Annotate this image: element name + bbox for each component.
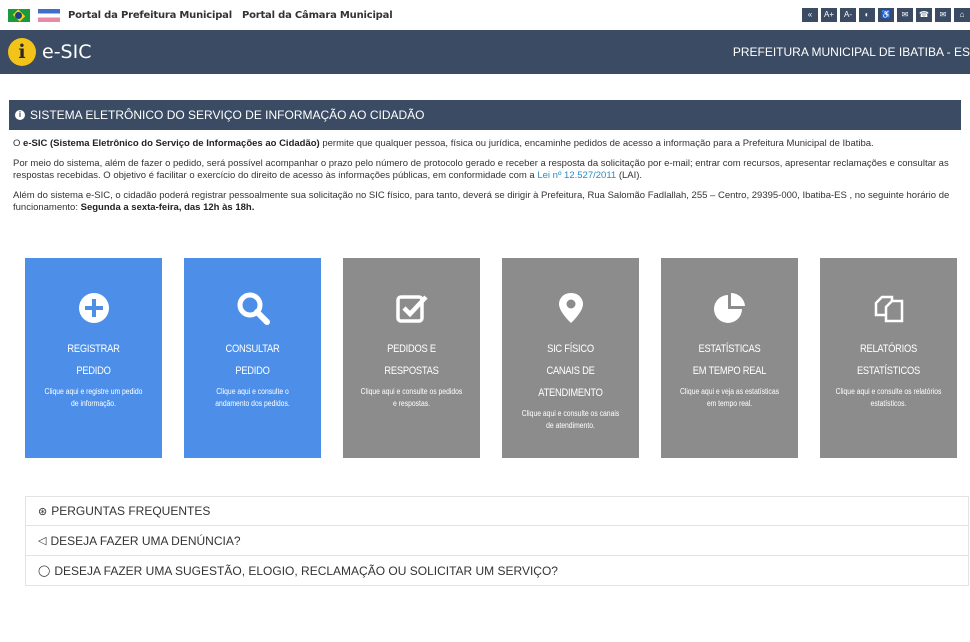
- system-text: Por meio do sistema, além de fazer o ped…: [13, 158, 949, 181]
- question-circle-icon: ⊛: [38, 505, 48, 518]
- app-header: i e-SIC PREFEITURA MUNICIPAL DE IBATIBA …: [0, 30, 970, 74]
- intro-bold: e-SIC (Sistema Eletrônico do Serviço de …: [23, 138, 320, 149]
- comment-icon: ◯: [38, 565, 51, 577]
- faq-label: PERGUNTAS FREQUENTES: [51, 504, 211, 518]
- org-name: PREFEITURA MUNICIPAL DE IBATIBA - ES: [732, 45, 970, 59]
- tile-description: Clique aqui e consulte os pedidos e resp…: [360, 387, 463, 408]
- accessibility-icon[interactable]: ♿: [878, 8, 894, 22]
- tile-title: SIC FÍSICO CANAIS DE ATENDIMENTO: [512, 338, 628, 404]
- info-logo-icon[interactable]: i: [8, 38, 36, 66]
- faq-list: ⊛ PERGUNTAS FREQUENTES ◁ DESEJA FAZER UM…: [25, 496, 969, 586]
- map-marker-icon: [502, 290, 639, 326]
- tile-description: Clique aqui e registre um pedido de info…: [44, 387, 143, 408]
- intro-rest: permite que qualquer pessoa, física ou j…: [319, 138, 874, 149]
- faq-item-sugestao[interactable]: ◯ DESEJA FAZER UMA SUGESTÃO, ELOGIO, REC…: [25, 556, 969, 586]
- tile-title-line: ATENDIMENTO: [538, 387, 603, 399]
- office-hours: Segunda a sexta-feira, das 12h às 18h.: [80, 202, 255, 213]
- tile-title-line: PEDIDOS E: [387, 343, 436, 355]
- envelope-icon[interactable]: ✉: [935, 8, 951, 22]
- tile-description: Clique aqui e consulte os relatórios est…: [835, 387, 942, 408]
- app-name[interactable]: e-SIC: [42, 41, 91, 63]
- contrast-icon[interactable]: ◐: [859, 8, 875, 22]
- plus-circle-icon: [25, 290, 162, 326]
- tile-title-line: CANAIS DE: [546, 365, 595, 377]
- panel-header: i SISTEMA ELETRÔNICO DO SERVIÇO DE INFOR…: [9, 100, 961, 130]
- top-bar: Portal da Prefeitura Municipal Portal da…: [0, 0, 970, 30]
- tile-title-line: EM TEMPO REAL: [692, 365, 767, 377]
- tile-description: Clique aqui e veja as estatísticas em te…: [679, 387, 780, 408]
- panel-title: SISTEMA ELETRÔNICO DO SERVIÇO DE INFORMA…: [30, 108, 425, 122]
- faq-label: DESEJA FAZER UMA SUGESTÃO, ELOGIO, RECLA…: [54, 563, 558, 578]
- faq-item-perguntas[interactable]: ⊛ PERGUNTAS FREQUENTES: [25, 496, 969, 526]
- tile-title-line: PEDIDO: [76, 365, 111, 377]
- tile-title-line: REGISTRAR: [67, 343, 120, 355]
- tile-relatorios[interactable]: RELATÓRIOS ESTATÍSTICOS Clique aqui e con…: [820, 258, 957, 458]
- portal-camara-link[interactable]: Portal da Câmara Municipal: [242, 10, 393, 21]
- font-increase-icon[interactable]: A+: [821, 8, 837, 22]
- tile-title: REGISTRAR PEDIDO: [35, 338, 151, 382]
- tile-title: ESTATÍSTICAS EM TEMPO REAL: [671, 338, 787, 382]
- main-content: i SISTEMA ELETRÔNICO DO SERVIÇO DE INFOR…: [0, 100, 970, 586]
- tile-consultar-pedido[interactable]: CONSULTAR PEDIDO Clique aqui e consulte o…: [184, 258, 321, 458]
- action-tiles: REGISTRAR PEDIDO Clique aqui e registre u…: [9, 258, 961, 458]
- intro-prefix: O: [13, 138, 24, 149]
- back-icon[interactable]: «: [802, 8, 818, 22]
- tile-description: Clique aqui e consulte o andamento dos p…: [215, 387, 290, 408]
- tile-sic-fisico[interactable]: SIC FÍSICO CANAIS DE ATENDIMENTO Clique aq…: [502, 258, 639, 458]
- tile-registrar-pedido[interactable]: REGISTRAR PEDIDO Clique aqui e registre u…: [25, 258, 162, 458]
- tile-description: Clique aqui e consulte os canais de aten…: [521, 409, 620, 430]
- tile-estatisticas[interactable]: ESTATÍSTICAS EM TEMPO REAL Clique aqui e …: [661, 258, 798, 458]
- pie-chart-icon: [661, 290, 798, 326]
- tile-title-line: SIC FÍSICO: [547, 343, 594, 355]
- search-icon: [184, 290, 321, 326]
- checkbox-icon: [343, 290, 480, 326]
- tile-title-line: RELATÓRIOS: [859, 343, 918, 355]
- faq-item-denuncia[interactable]: ◁ DESEJA FAZER UMA DENÚNCIA?: [25, 526, 969, 556]
- info-circle-icon: i: [15, 110, 25, 120]
- tile-title-line: ESTATÍSTICAS: [698, 343, 761, 355]
- tile-pedidos-respostas[interactable]: PEDIDOS E RESPOSTAS Clique aqui e consult…: [343, 258, 480, 458]
- sic-paragraph: Além do sistema e-SIC, o cidadão poderá …: [9, 190, 961, 214]
- tile-title: RELATÓRIOS ESTATÍSTICOS: [830, 338, 946, 382]
- tile-title-line: ESTATÍSTICOS: [856, 365, 921, 377]
- intro-paragraph: O e-SIC (Sistema Eletrônico do Serviço d…: [9, 138, 961, 150]
- portal-prefeitura-link[interactable]: Portal da Prefeitura Municipal: [68, 10, 232, 21]
- tile-title: PEDIDOS E RESPOSTAS: [353, 338, 469, 382]
- copy-icon: [820, 290, 957, 326]
- tile-title: CONSULTAR PEDIDO: [194, 338, 310, 382]
- tile-title-line: PEDIDO: [235, 365, 270, 377]
- brazil-flag-icon: [8, 8, 30, 22]
- tile-title-line: CONSULTAR: [225, 343, 280, 355]
- faq-label: DESEJA FAZER UMA DENÚNCIA?: [50, 533, 241, 548]
- lai-law-link[interactable]: Lei nº 12.527/2011: [537, 170, 616, 181]
- tile-title-line: RESPOSTAS: [384, 365, 439, 377]
- system-paragraph: Por meio do sistema, além de fazer o ped…: [9, 158, 961, 182]
- espirito-santo-flag-icon: [38, 8, 60, 22]
- mail-icon[interactable]: ✉: [897, 8, 913, 22]
- phone-icon[interactable]: ☎: [916, 8, 932, 22]
- accessibility-toolbar: « A+ A- ◐ ♿ ✉ ☎ ✉ ⌂: [802, 8, 970, 22]
- home-icon[interactable]: ⌂: [954, 8, 970, 22]
- system-suffix: (LAI).: [616, 170, 643, 181]
- font-decrease-icon[interactable]: A-: [840, 8, 856, 22]
- bullhorn-icon: ◁: [38, 535, 47, 547]
